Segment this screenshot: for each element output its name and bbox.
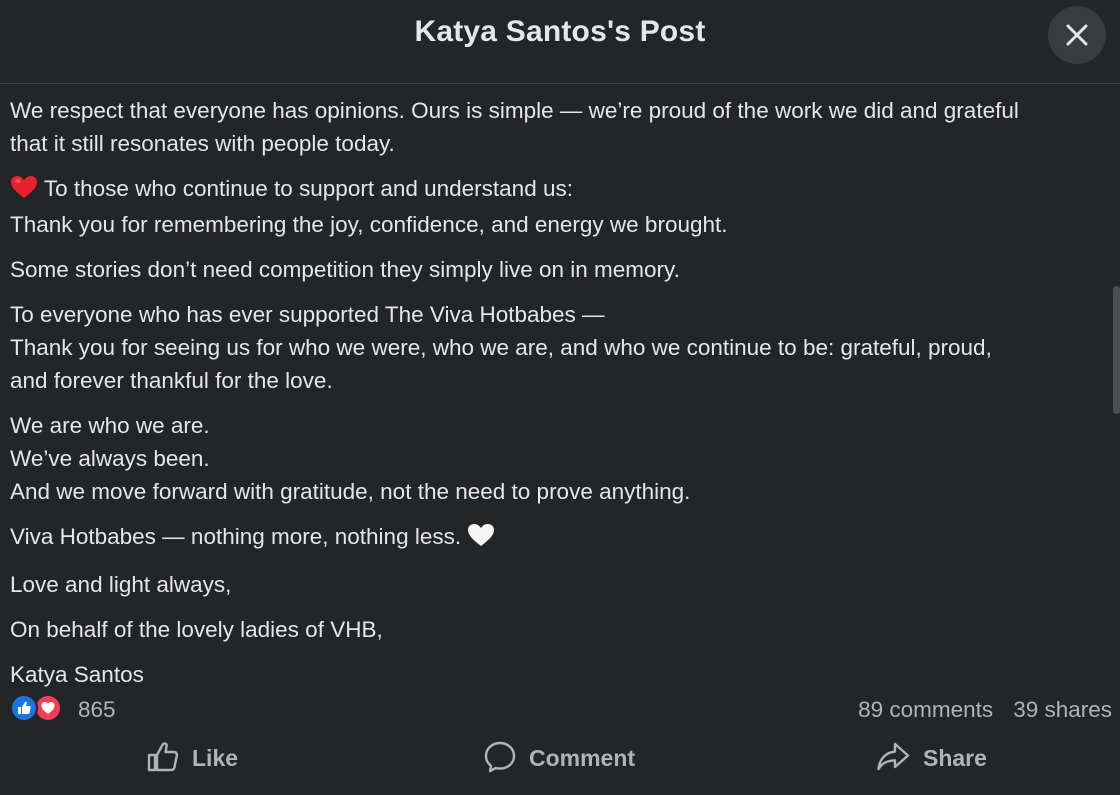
post-text-line: and forever thankful for the love. xyxy=(10,368,333,393)
post-text-line: And we move forward with gratitude, not … xyxy=(10,479,691,504)
post-paragraph: To everyone who has ever supported The V… xyxy=(10,298,1108,397)
post-paragraph: We are who we are. We’ve always been. An… xyxy=(10,409,1108,508)
post-text-line: Thank you for seeing us for who we were,… xyxy=(10,335,992,360)
post-actions: Like Comment Share xyxy=(0,732,1120,788)
like-label: Like xyxy=(192,745,239,771)
white-heart-emoji xyxy=(467,523,495,556)
dialog-header: Katya Santos's Post xyxy=(0,0,1120,84)
post-paragraph: To those who continue to support and und… xyxy=(10,172,1108,241)
comment-icon xyxy=(484,741,516,773)
thumbs-up-icon xyxy=(147,742,179,772)
post-paragraph: Katya Santos xyxy=(10,658,1108,691)
post-paragraph: Some stories don’t need competition they… xyxy=(10,253,1108,286)
red-heart-emoji xyxy=(10,175,38,208)
comment-label: Comment xyxy=(529,745,636,771)
share-icon xyxy=(877,742,910,771)
post-paragraph: Love and light always, xyxy=(10,568,1108,601)
post-text-line: that it still resonates with people toda… xyxy=(10,131,395,156)
post-text-line: Love and light always, xyxy=(10,572,232,597)
reaction-count[interactable]: 865 xyxy=(78,697,116,723)
dialog-title: Katya Santos's Post xyxy=(414,15,706,48)
post-stats: 865 89 comments 39 shares xyxy=(10,692,1112,726)
shares-count[interactable]: 39 shares xyxy=(1013,697,1112,722)
share-label: Share xyxy=(923,745,987,771)
post-body: We respect that everyone has opinions. O… xyxy=(10,94,1108,703)
post-text-line: To those who continue to support and und… xyxy=(43,176,573,201)
post-dialog: Katya Santos's Post We respect that ever… xyxy=(0,0,1120,795)
post-text-line: On behalf of the lovely ladies of VHB, xyxy=(10,617,383,642)
comment-button[interactable]: Comment xyxy=(483,732,653,784)
like-reaction-icon xyxy=(10,694,38,722)
post-text-line: Viva Hotbabes — nothing more, nothing le… xyxy=(10,524,462,549)
close-button[interactable] xyxy=(1048,6,1106,64)
comments-count[interactable]: 89 comments xyxy=(858,697,993,722)
post-paragraph: Viva Hotbabes — nothing more, nothing le… xyxy=(10,520,1108,556)
share-button[interactable]: Share xyxy=(876,732,996,784)
love-reaction-icon xyxy=(34,694,62,722)
close-icon xyxy=(1066,24,1088,46)
engagement-counts: 89 comments 39 shares xyxy=(858,697,1112,723)
post-text-line: We respect that everyone has opinions. O… xyxy=(10,98,1019,123)
post-paragraph: On behalf of the lovely ladies of VHB, xyxy=(10,613,1108,646)
post-text-line: To everyone who has ever supported The V… xyxy=(10,302,605,327)
scrollbar-thumb[interactable] xyxy=(1113,286,1120,414)
post-text-line: We are who we are. xyxy=(10,413,210,438)
post-text-line: Some stories don’t need competition they… xyxy=(10,257,680,282)
post-text-line: Katya Santos xyxy=(10,662,144,687)
like-button[interactable]: Like xyxy=(146,732,246,784)
post-text-line: We’ve always been. xyxy=(10,446,210,471)
post-text-line: Thank you for remembering the joy, confi… xyxy=(10,212,728,237)
post-paragraph: We respect that everyone has opinions. O… xyxy=(10,94,1108,160)
